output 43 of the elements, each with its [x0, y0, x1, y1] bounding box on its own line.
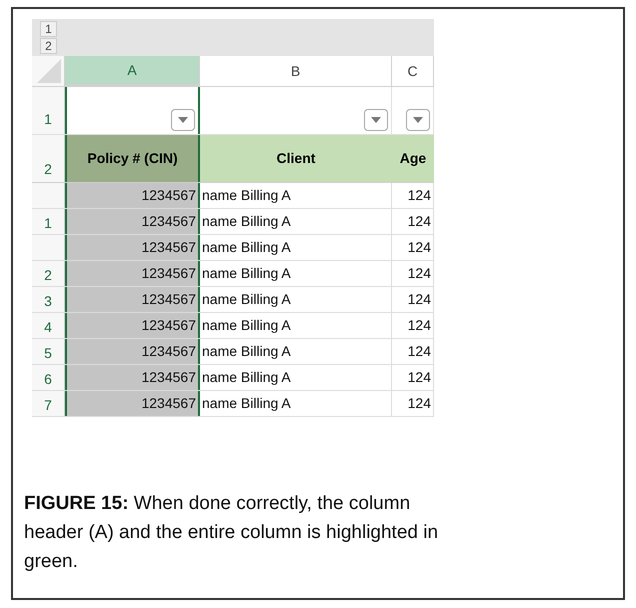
column-header[interactable]: A [65, 56, 200, 86]
caret-icon [371, 117, 381, 124]
table-cell: 1234567 [65, 235, 200, 260]
table-cell: 1234567 [65, 365, 200, 390]
corner-triangle-icon [37, 59, 61, 84]
table-cell: 1234567 [65, 209, 200, 234]
figure-caption: FIGURE 15: When done correctly, the column header (A) and the entire column is highlighted in green. [24, 492, 439, 574]
table-header-cell: Client [200, 135, 392, 182]
caret-icon [413, 117, 423, 124]
outline-level-button[interactable]: 1 [40, 21, 57, 37]
table-cell: 1234567 [65, 391, 200, 416]
outline-level-button[interactable]: 2 [40, 38, 57, 54]
table-cell: name Billing A [200, 365, 392, 390]
row-header: 6 [32, 365, 65, 390]
column-header[interactable]: C [392, 56, 434, 86]
table-cell: 1234567 [65, 313, 200, 338]
row-header: 3 [32, 287, 65, 312]
table-header-cell: Age [392, 135, 434, 182]
table-cell: name Billing A [200, 261, 392, 286]
table-cell: 1234567 [65, 287, 200, 312]
column-header[interactable]: B [200, 56, 392, 86]
table-cell: 1234567 [65, 183, 200, 208]
caret-icon [178, 117, 188, 124]
row-header: 5 [32, 339, 65, 364]
table-cell: name Billing A [200, 313, 392, 338]
table-cell: name Billing A [200, 209, 392, 234]
row-header: 1 [32, 209, 65, 234]
table-cell: name Billing A [200, 235, 392, 260]
table-cell: 1234567 [65, 339, 200, 364]
row-header: 1 [32, 87, 65, 134]
table-header-cell: Policy # (CIN) [65, 135, 200, 182]
row-header: 4 [32, 313, 65, 338]
table-cell: name Billing A [200, 391, 392, 416]
table-cell: name Billing A [200, 339, 392, 364]
filter-dropdown-button[interactable] [171, 109, 195, 132]
row-header: 2 [32, 261, 65, 286]
row-header: 7 [32, 391, 65, 416]
filter-dropdown-button[interactable] [364, 109, 388, 132]
table-cell: 1234567 [65, 261, 200, 286]
row-header: 2 [32, 135, 65, 182]
filter-dropdown-button[interactable] [406, 109, 430, 132]
table-cell: name Billing A [200, 287, 392, 312]
table-cell: name Billing A [200, 183, 392, 208]
